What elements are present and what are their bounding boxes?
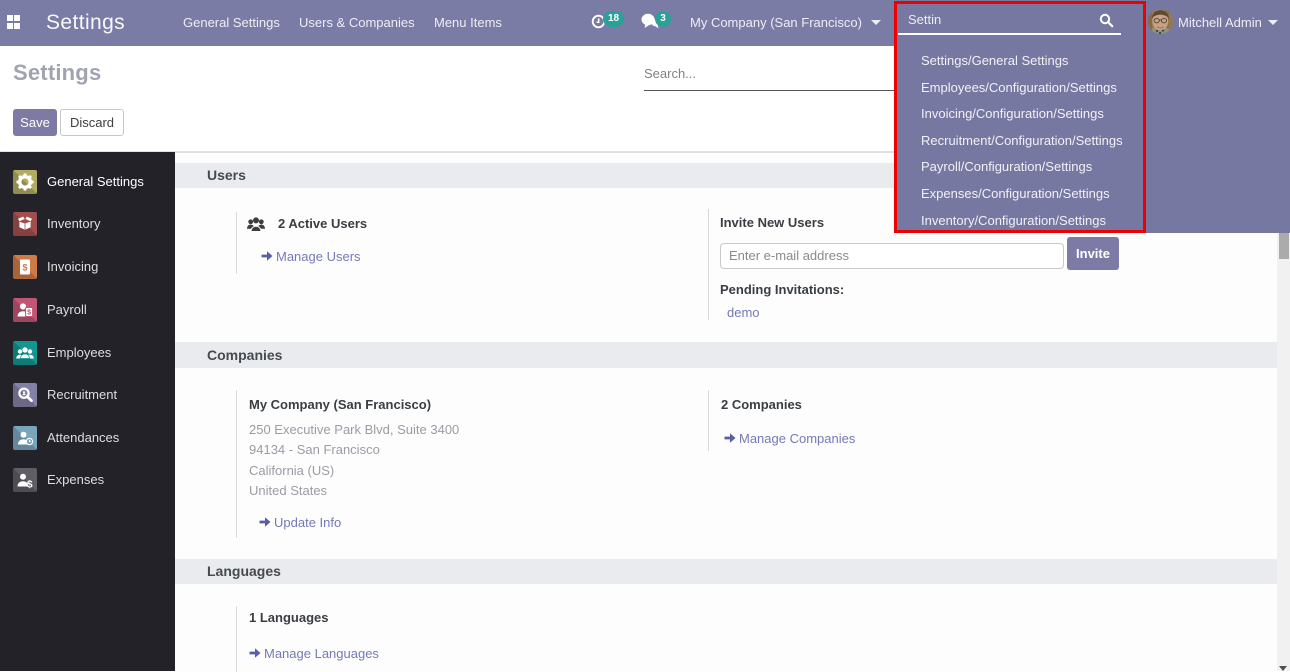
svg-text:$: $ xyxy=(22,263,27,273)
svg-text:$: $ xyxy=(27,480,33,491)
svg-text:$: $ xyxy=(27,310,31,317)
